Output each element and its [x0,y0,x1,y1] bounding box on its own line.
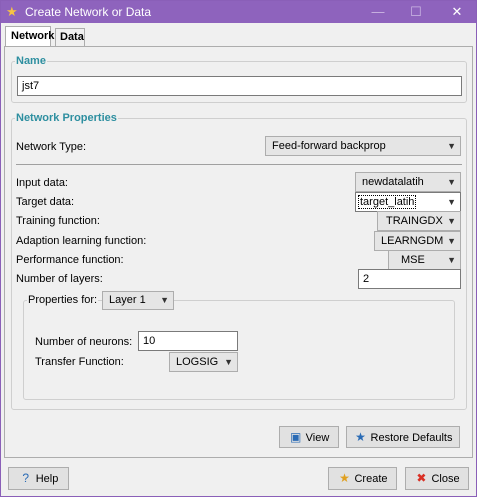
close-icon: ✖ [416,471,427,485]
title-bar[interactable]: ★ Create Network or Data — ☐ ✕ [1,1,476,23]
layer-properties-group: Properties for: Layer 1 ▼ Number of neur… [23,291,455,400]
dialog-window: ★ Create Network or Data — ☐ ✕ Network D… [0,0,477,497]
view-button-label: View [305,432,330,444]
minimize-icon[interactable]: — [360,1,396,23]
number-of-neurons-label: Number of neurons: [35,336,133,348]
restore-defaults-label: Restore Defaults [370,432,453,444]
number-of-neurons-input[interactable]: 10 [138,331,238,351]
network-type-value: Feed-forward backprop [272,140,386,152]
view-button[interactable]: ▣ View [279,426,339,448]
chevron-down-icon: ▼ [447,141,456,151]
adaption-function-label: Adaption learning function: [16,235,147,247]
name-input[interactable]: jst7 [17,76,462,96]
help-button[interactable]: ? Help [8,467,69,490]
close-button-label: Close [431,473,460,485]
number-of-layers-label: Number of layers: [16,273,103,285]
tab-network[interactable]: Network [5,26,55,47]
training-function-label: Training function: [16,215,100,227]
maximize-icon[interactable]: ☐ [398,1,434,23]
chevron-down-icon: ▼ [447,236,456,246]
layer-select[interactable]: Layer 1 ▼ [102,291,174,310]
performance-function-label: Performance function: [16,254,124,266]
star-icon: ★ [339,471,350,485]
target-data-select[interactable]: target_latih ▼ [355,192,461,212]
tab-data[interactable]: Data [55,28,85,46]
star-icon: ★ [6,4,18,19]
adaption-function-value: LEARNGDM [381,235,444,247]
name-group-title: Name [15,54,47,68]
star-icon: ★ [355,430,366,444]
chevron-down-icon: ▼ [160,295,169,305]
name-group: Name jst7 [11,54,467,103]
input-data-label: Input data: [16,177,68,189]
adaption-function-select[interactable]: LEARNGDM ▼ [374,231,461,251]
close-button[interactable]: ✖ Close [405,467,469,490]
training-function-value: TRAINGDX [386,215,443,227]
input-data-value: newdatalatih [362,176,424,188]
transfer-function-select[interactable]: LOGSIG ▼ [169,352,238,372]
chevron-down-icon: ▼ [224,357,233,367]
network-type-select[interactable]: Feed-forward backprop ▼ [265,136,461,156]
chevron-down-icon: ▼ [447,255,456,265]
target-data-value: target_latih [358,195,417,209]
chevron-down-icon: ▼ [447,197,456,207]
help-icon: ? [22,471,30,485]
create-button[interactable]: ★ Create [328,467,397,490]
target-data-label: Target data: [16,196,75,208]
performance-function-select[interactable]: MSE ▼ [388,250,461,270]
chevron-down-icon: ▼ [447,177,456,187]
network-properties-group: Network Properties Network Type: Feed-fo… [11,111,467,410]
create-button-label: Create [354,473,388,485]
tab-network-label: Network [11,30,55,42]
divider [16,164,462,165]
properties-for-label: Properties for: [27,293,99,307]
tab-content-panel: Name jst7 Network Properties Network Typ… [4,46,473,458]
performance-function-value: MSE [401,254,425,266]
training-function-select[interactable]: TRAINGDX ▼ [377,211,461,231]
number-of-layers-input[interactable]: 2 [358,269,461,289]
layer-select-value: Layer 1 [109,294,146,306]
window-icon: ▣ [290,430,302,444]
input-data-select[interactable]: newdatalatih ▼ [355,172,461,192]
restore-defaults-button[interactable]: ★ Restore Defaults [346,426,460,448]
window-title: Create Network or Data [25,5,152,19]
transfer-function-label: Transfer Function: [35,356,124,368]
transfer-function-value: LOGSIG [176,356,219,368]
chevron-down-icon: ▼ [447,216,456,226]
close-window-icon[interactable]: ✕ [439,1,475,23]
network-type-label: Network Type: [16,141,87,153]
help-button-label: Help [35,473,59,485]
tab-data-label: Data [60,31,84,43]
network-properties-title: Network Properties [15,111,118,125]
